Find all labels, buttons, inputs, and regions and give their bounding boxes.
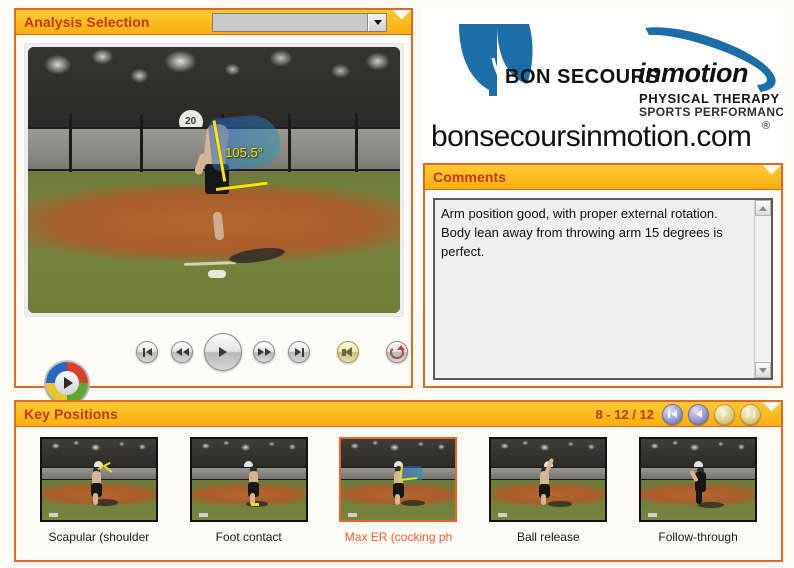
brand-trademark-symbol: ® bbox=[762, 120, 771, 132]
key-positions-title: Key Positions bbox=[24, 406, 118, 422]
key-position-thumbnail[interactable] bbox=[639, 437, 758, 522]
previous-page-button[interactable] bbox=[688, 403, 709, 425]
scene-fence-post bbox=[139, 113, 143, 173]
previous-icon bbox=[695, 410, 702, 418]
last-page-button[interactable] bbox=[740, 403, 761, 425]
key-position-item[interactable]: Foot contact bbox=[174, 437, 324, 544]
scene-fence-post bbox=[355, 113, 359, 173]
play-icon bbox=[219, 347, 227, 357]
key-position-item[interactable]: Scapular (shoulder bbox=[24, 437, 174, 544]
key-position-thumbnail[interactable] bbox=[189, 437, 308, 522]
loop-button[interactable] bbox=[386, 341, 408, 363]
key-positions-counter: 8 - 12 / 12 bbox=[595, 406, 654, 422]
playback-controls bbox=[16, 323, 411, 381]
key-position-thumbnail[interactable] bbox=[339, 437, 458, 522]
analysis-select-dropdown[interactable] bbox=[212, 13, 387, 32]
clinic-logo: BON SECOURS inmotion PHYSICAL THERAPY SP… bbox=[423, 8, 783, 163]
app-root: Analysis Selection 20 105.5° BON SECOURS… bbox=[0, 0, 794, 568]
angle-measurement-label: 105.5° bbox=[225, 145, 263, 161]
comments-scroll-up-button[interactable] bbox=[755, 200, 771, 216]
key-position-label: Foot contact bbox=[215, 530, 282, 544]
brand-inmotion: inmotion bbox=[638, 58, 748, 89]
brand-name: BON SECOURS bbox=[505, 66, 660, 88]
leaf-mark-icon bbox=[449, 18, 547, 106]
key-position-item[interactable]: Follow-through bbox=[623, 437, 773, 544]
comments-panel-body: Arm position good, with proper external … bbox=[425, 190, 781, 388]
brand-in: in bbox=[638, 58, 662, 88]
header-corner-notch bbox=[390, 10, 411, 20]
key-positions-panel: Key Positions 8 - 12 / 12 Scapular (shou… bbox=[14, 400, 783, 562]
fast-forward-button[interactable] bbox=[253, 341, 275, 363]
header-corner-notch bbox=[760, 165, 781, 175]
skip-to-end-icon bbox=[294, 347, 304, 357]
rewind-icon bbox=[175, 348, 189, 356]
play-button[interactable] bbox=[204, 333, 242, 371]
video-frame[interactable]: 20 105.5° bbox=[28, 47, 400, 313]
scroll-down-icon bbox=[759, 367, 767, 373]
analysis-selection-panel: Analysis Selection 20 105.5° bbox=[14, 8, 413, 404]
comments-text[interactable]: Arm position good, with proper external … bbox=[435, 200, 754, 378]
loop-icon bbox=[390, 344, 405, 359]
key-position-label: Max ER (cocking ph bbox=[344, 530, 453, 544]
comments-panel-title: Comments bbox=[433, 169, 507, 185]
brand-tagline-sports-performance: SPORTS PERFORMANCE bbox=[639, 105, 783, 119]
volume-button[interactable] bbox=[337, 341, 359, 363]
brand-motion: motion bbox=[661, 58, 748, 88]
skip-to-end-button[interactable] bbox=[288, 341, 310, 363]
comments-scrollbar[interactable] bbox=[754, 200, 771, 378]
key-position-label: Follow-through bbox=[658, 530, 738, 544]
analysis-select-caret-button[interactable] bbox=[368, 14, 386, 31]
comments-textarea[interactable]: Arm position good, with proper external … bbox=[433, 198, 773, 380]
comments-panel-header: Comments bbox=[425, 165, 781, 190]
key-position-item[interactable]: Ball release bbox=[473, 437, 623, 544]
scene-fence-post bbox=[288, 113, 292, 173]
video-stage: 20 105.5° bbox=[24, 43, 404, 317]
skip-to-start-icon bbox=[668, 410, 677, 418]
next-icon bbox=[721, 410, 728, 418]
volume-icon bbox=[341, 346, 355, 358]
key-position-label: Scapular (shoulder bbox=[48, 530, 150, 544]
rewind-button[interactable] bbox=[171, 341, 193, 363]
key-position-thumbnail[interactable] bbox=[489, 437, 608, 522]
comments-scroll-down-button[interactable] bbox=[755, 362, 771, 378]
key-positions-nav bbox=[662, 403, 775, 425]
analysis-panel-title: Analysis Selection bbox=[24, 14, 150, 30]
key-position-label: Ball release bbox=[516, 530, 580, 544]
brand-tagline-physical-therapy: PHYSICAL THERAPY bbox=[639, 91, 780, 106]
first-page-button[interactable] bbox=[662, 403, 683, 425]
fast-forward-icon bbox=[257, 348, 271, 356]
key-positions-header: Key Positions 8 - 12 / 12 bbox=[16, 402, 781, 427]
skip-to-start-button[interactable] bbox=[136, 341, 158, 363]
brand-website-url: bonsecoursinmotion.com bbox=[431, 120, 752, 153]
analysis-panel-body: 20 105.5° bbox=[16, 35, 411, 404]
key-position-thumbnail[interactable] bbox=[39, 437, 158, 522]
skip-to-end-icon bbox=[746, 410, 755, 418]
skip-to-start-icon bbox=[142, 347, 152, 357]
key-position-item-selected[interactable]: Max ER (cocking ph bbox=[324, 437, 474, 544]
key-positions-strip: Scapular (shoulder Foot contact Max ER (… bbox=[16, 427, 781, 544]
analysis-panel-header: Analysis Selection bbox=[16, 10, 411, 35]
chevron-down-icon bbox=[373, 20, 382, 25]
scroll-up-icon bbox=[759, 205, 767, 211]
next-page-button[interactable] bbox=[714, 403, 735, 425]
scene-fence-post bbox=[68, 113, 72, 173]
comments-panel: Comments Arm position good, with proper … bbox=[423, 163, 783, 388]
athlete-shoe bbox=[208, 270, 227, 279]
analysis-select-value[interactable] bbox=[213, 14, 368, 31]
